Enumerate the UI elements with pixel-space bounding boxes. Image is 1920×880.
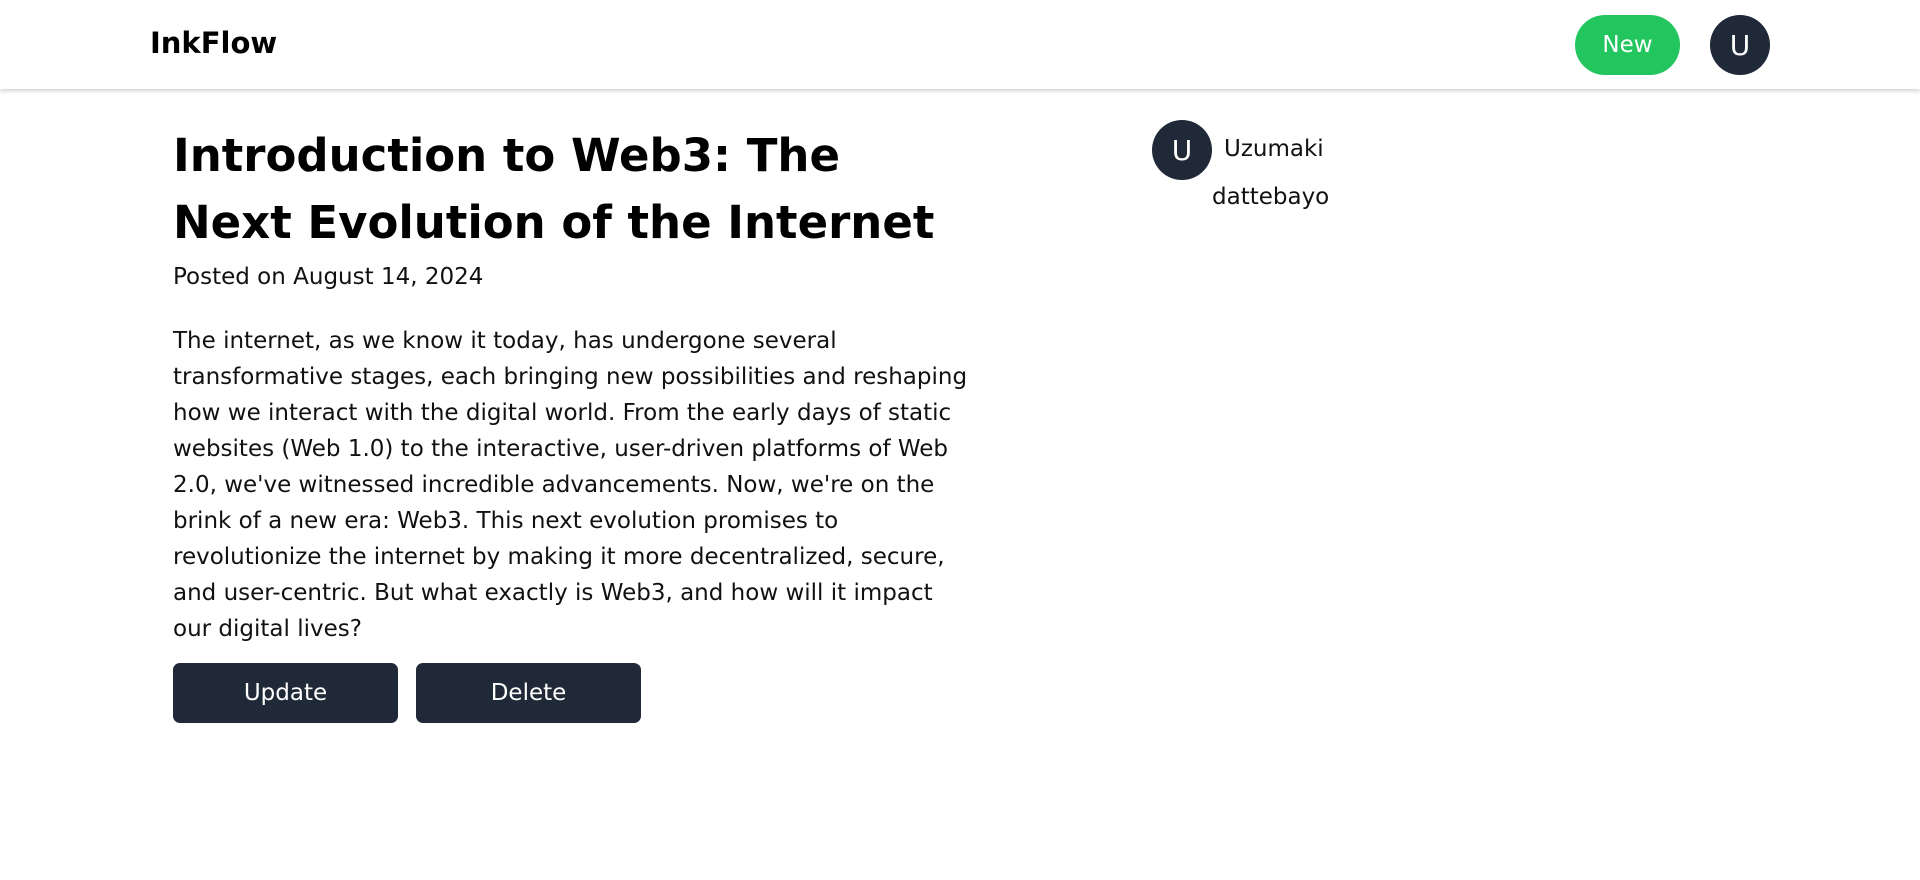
- author-bio: dattebayo: [1212, 184, 1330, 210]
- user-avatar[interactable]: U: [1710, 15, 1770, 75]
- author-name: Uzumaki: [1224, 136, 1324, 162]
- new-post-button[interactable]: New: [1575, 15, 1680, 75]
- brand-logo-text[interactable]: InkFlow: [150, 26, 277, 60]
- post-title: Introduction to Web3: The Next Evolution…: [173, 129, 935, 249]
- blog-post: Introduction to Web3: The Next Evolution…: [173, 122, 973, 723]
- post-actions: Update Delete: [173, 663, 973, 723]
- post-content: The internet, as we know it today, has u…: [173, 328, 968, 642]
- update-button[interactable]: Update: [173, 663, 398, 723]
- top-navbar: InkFlow New U: [0, 0, 1920, 89]
- author-avatar: U: [1152, 120, 1212, 180]
- post-date: Posted on August 14, 2024: [173, 264, 484, 290]
- delete-button[interactable]: Delete: [416, 663, 641, 723]
